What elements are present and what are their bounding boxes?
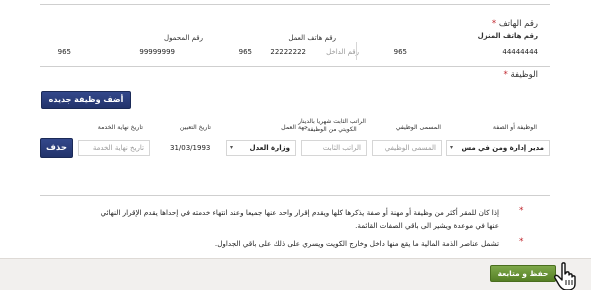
chevron-down-icon: ▾ <box>230 144 234 151</box>
phone-section-label: رقم الهاتف * <box>491 19 538 29</box>
phone-divider <box>40 66 550 67</box>
work-phone-label: رقم هاتف العمل <box>288 34 336 42</box>
job-name-placeholder: المسمى الوظيفي <box>384 144 436 152</box>
home-phone-value[interactable]: 44444444 <box>502 48 538 56</box>
jobs-divider <box>40 195 550 196</box>
note1-line1: إذا كان للمقر أكثر من وظيفة أو مهنة أو ص… <box>100 208 499 217</box>
salary-field[interactable]: الراتب الثابت <box>301 140 367 156</box>
mobile-value[interactable]: 99999999 <box>139 48 175 56</box>
job-or-title-select[interactable]: مدير إدارة ومن في مس ▾ <box>446 140 550 156</box>
header-employer: جهة العمل <box>281 124 308 131</box>
save-continue-button[interactable]: حفظ و متابعة <box>490 265 556 282</box>
end-date-placeholder: تاريخ نهاية الخدمة <box>92 144 144 152</box>
mobile-code: 965 <box>57 48 71 56</box>
add-job-button[interactable]: أضف وظيفة جديده <box>41 91 131 109</box>
work-ext-placeholder: رقم الداخل <box>326 48 359 56</box>
work-phone-value[interactable]: 22222222 <box>270 48 306 56</box>
home-phone-code: 965 <box>393 48 407 56</box>
header-job-or-title: الوظيفة أو الصفة <box>492 124 537 131</box>
required-asterisk: * <box>503 70 508 80</box>
job-name-field[interactable]: المسمى الوظيفي <box>372 140 442 156</box>
work-phone-code: 965 <box>238 48 252 56</box>
top-divider <box>40 4 550 5</box>
chevron-down-icon: ▾ <box>450 144 454 151</box>
hand-cursor-icon <box>554 262 576 290</box>
work-ext-field[interactable]: رقم الداخل <box>326 48 359 56</box>
appointment-date-value[interactable]: 31/03/1993 <box>170 144 210 152</box>
header-appointment-date: تاريخ التعيين <box>179 124 211 131</box>
header-job-name: المسمى الوظيفي <box>395 124 441 131</box>
note1-line2: عنها في موعدة ويشير الى باقي الصفات القا… <box>355 221 499 230</box>
salary-placeholder: الراتب الثابت <box>322 144 361 152</box>
note1-star: * <box>519 206 524 216</box>
note2: تشمل عناصر الذمة المالية ما يقع منها داخ… <box>214 239 499 248</box>
end-date-field[interactable]: تاريخ نهاية الخدمة <box>78 140 150 156</box>
job-or-title-value: مدير إدارة ومن في مس <box>461 144 544 152</box>
jobs-section-label: الوظيفة * <box>503 70 538 80</box>
header-salary: الراتب الثابت شهريا بالدينار الكويتي من … <box>298 118 366 133</box>
employer-value: وزارة العدل <box>249 144 290 152</box>
delete-job-button[interactable]: حذف <box>40 138 73 158</box>
note2-star: * <box>519 237 524 247</box>
work-ext-separator <box>356 42 357 60</box>
home-phone-label: رقم هاتف المنزل <box>477 32 538 40</box>
header-end-date: تاريخ نهاية الخدمة <box>97 124 143 131</box>
employer-select[interactable]: وزارة العدل ▾ <box>226 140 296 156</box>
required-asterisk: * <box>491 19 497 29</box>
mobile-label: رقم المحمول <box>163 34 203 42</box>
